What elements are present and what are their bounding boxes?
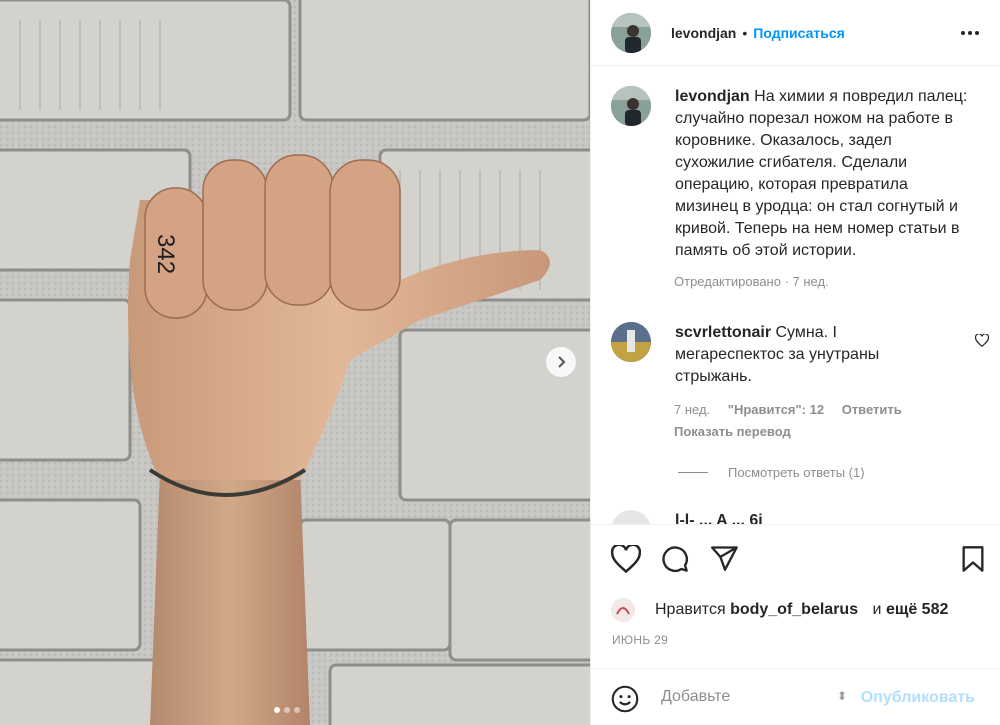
- likes-conjunction: и: [872, 601, 882, 618]
- avatar-image: [611, 322, 651, 362]
- caption-text-block: levondjan На химии я повредил палец: слу…: [675, 86, 971, 262]
- instagram-post-modal: 342 levondjan • Подписаться levondjan На…: [0, 0, 1000, 725]
- photo-hand-brick-wall: 342: [0, 0, 590, 725]
- carousel-indicator: [274, 707, 300, 713]
- comment-text-partial: l-l- ... A ... 6i: [675, 512, 763, 524]
- show-translation-label: Показать перевод: [674, 424, 791, 439]
- separator-dot: •: [742, 24, 748, 41]
- heart-outline-icon: [974, 333, 990, 348]
- smiley-icon: [611, 685, 639, 713]
- text-cursor-icon: ⬍: [837, 689, 848, 703]
- save-button[interactable]: [961, 545, 985, 576]
- post-side-panel: levondjan • Подписаться levondjan На хим…: [590, 0, 1000, 725]
- bookmark-icon: [962, 546, 984, 572]
- avatar-image: [611, 12, 651, 53]
- view-replies-label: Посмотреть ответы (1): [728, 465, 865, 480]
- comment-username[interactable]: scvrlettonair: [675, 324, 771, 341]
- author-username[interactable]: levondjan: [671, 25, 736, 41]
- author-avatar[interactable]: [611, 12, 651, 53]
- avatar-image: [611, 86, 651, 126]
- comment-button[interactable]: [661, 545, 689, 576]
- caption-username[interactable]: levondjan: [675, 88, 750, 105]
- carousel-next-button[interactable]: [546, 347, 576, 377]
- comment-likes-count[interactable]: "Нравится": 12: [728, 402, 824, 417]
- ellipsis-icon: [961, 30, 979, 35]
- liker-username[interactable]: body_of_belarus: [730, 601, 858, 618]
- action-bar: [591, 524, 1000, 594]
- likes-prefix: Нравится: [655, 601, 726, 618]
- replies-divider-line: [678, 472, 708, 473]
- follow-button[interactable]: Подписаться: [753, 25, 845, 41]
- chevron-right-icon: [558, 356, 566, 368]
- heart-outline-icon: [610, 543, 642, 574]
- caption-avatar[interactable]: [611, 86, 651, 126]
- reply-button[interactable]: Ответить: [842, 402, 902, 417]
- show-translation-link[interactable]: Показать перевод: [674, 424, 791, 439]
- like-button[interactable]: [610, 543, 642, 576]
- comment: scvrlettonair Сумна. I мегареспектос за …: [611, 322, 945, 388]
- avatar-image: [611, 598, 635, 622]
- likes-count-link[interactable]: ещё 582: [886, 601, 948, 618]
- emoji-button[interactable]: [611, 685, 639, 716]
- post-date: ИЮНЬ 29: [612, 633, 669, 647]
- comment-time: 7 нед.: [674, 402, 711, 417]
- carousel-dot: [274, 707, 280, 713]
- comment-text-block: scvrlettonair Сумна. I мегареспектос за …: [675, 322, 945, 388]
- caption-text: На химии я повредил палец: случайно поре…: [675, 88, 968, 259]
- comment-meta: 7 нед. "Нравится": 12 Ответить: [674, 402, 902, 417]
- caption: levondjan На химии я повредил палец: слу…: [611, 86, 971, 262]
- publish-button[interactable]: Опубликовать: [861, 689, 975, 707]
- likes-text: Нравится body_of_belarus и ещё 582: [645, 601, 948, 619]
- comment-bubble-icon: [662, 546, 688, 572]
- paper-plane-icon: [711, 546, 738, 571]
- carousel-dot: [284, 707, 290, 713]
- liker-avatar[interactable]: [611, 598, 635, 622]
- view-replies-button[interactable]: Посмотреть ответы (1): [678, 465, 865, 480]
- likes-summary: Нравится body_of_belarus и ещё 582: [611, 598, 948, 622]
- commenter-avatar[interactable]: [611, 322, 651, 362]
- comments-list[interactable]: levondjan На химии я повредил палец: слу…: [591, 66, 1000, 524]
- add-comment-bar: ⬍ Опубликовать: [591, 668, 1000, 725]
- comment-like-button[interactable]: [974, 333, 990, 350]
- caption-meta: Отредактировано · 7 нед.: [674, 274, 829, 289]
- post-header: levondjan • Подписаться: [591, 0, 1000, 66]
- commenter-avatar[interactable]: [611, 510, 651, 524]
- carousel-dot: [294, 707, 300, 713]
- post-photo[interactable]: 342: [0, 0, 590, 725]
- share-button[interactable]: [711, 545, 739, 574]
- finger-tattoo-number: 342: [152, 234, 179, 274]
- more-options-button[interactable]: [960, 30, 980, 36]
